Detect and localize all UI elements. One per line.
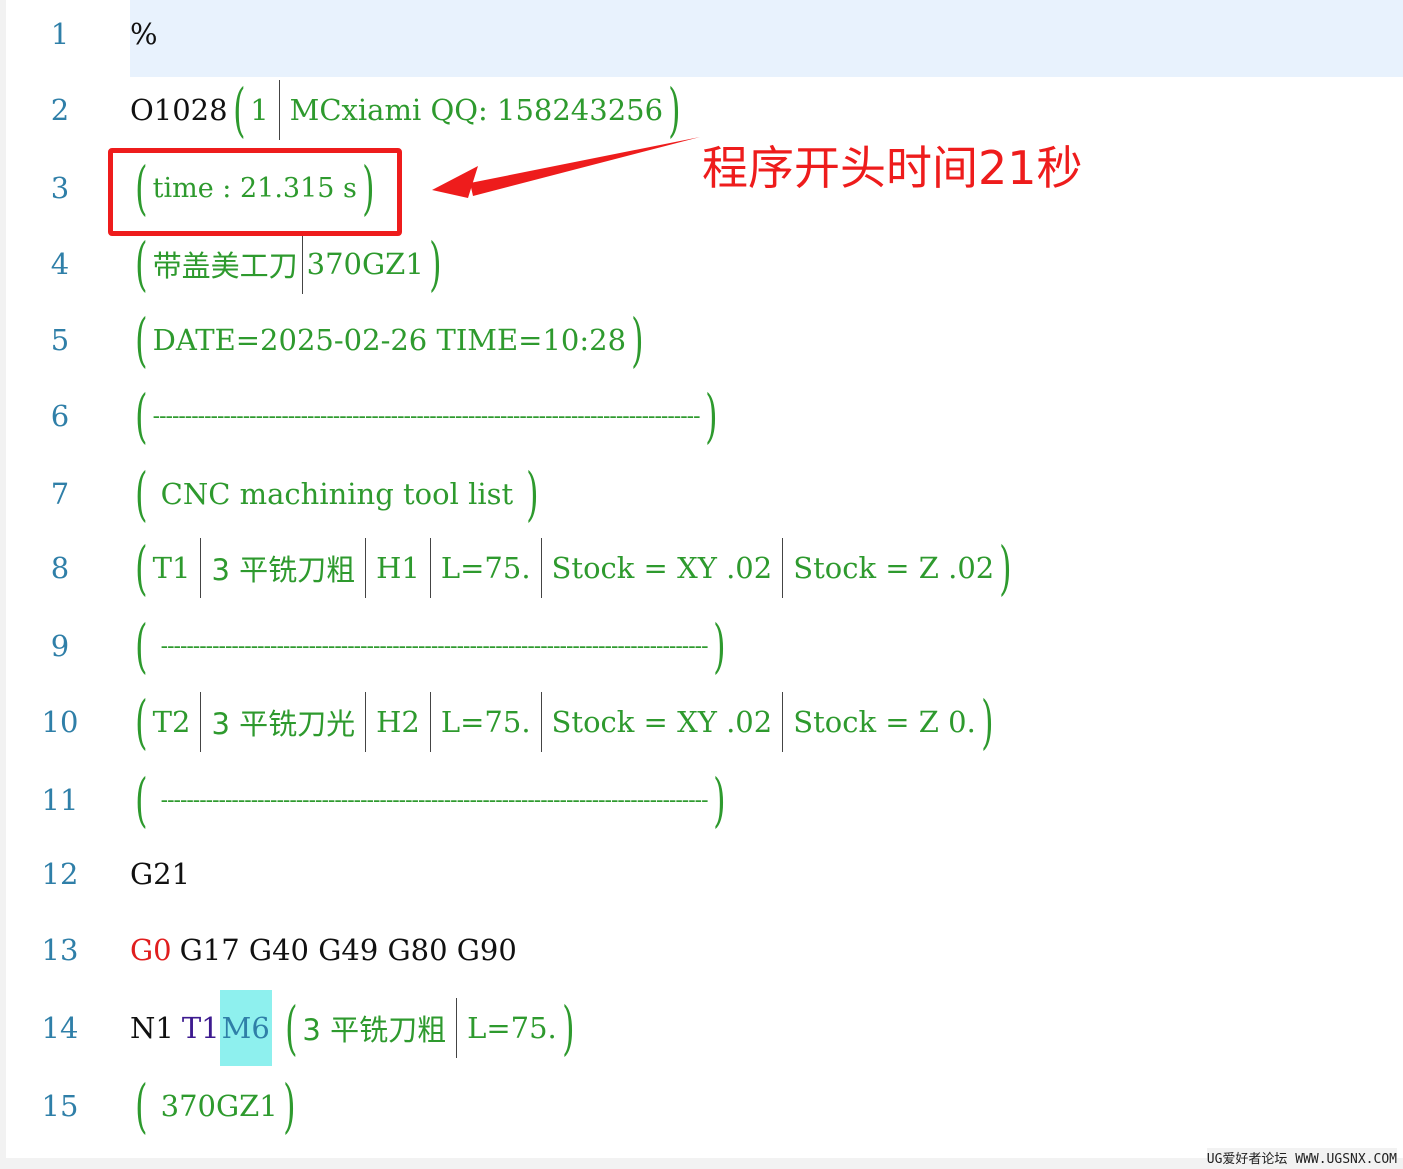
status-strip — [0, 1158, 1403, 1169]
annotation-label: 程序开头时间21秒 — [702, 141, 1083, 195]
watermark: UG爱好者论坛 WWW.UGSNX.COM — [1206, 1148, 1397, 1167]
